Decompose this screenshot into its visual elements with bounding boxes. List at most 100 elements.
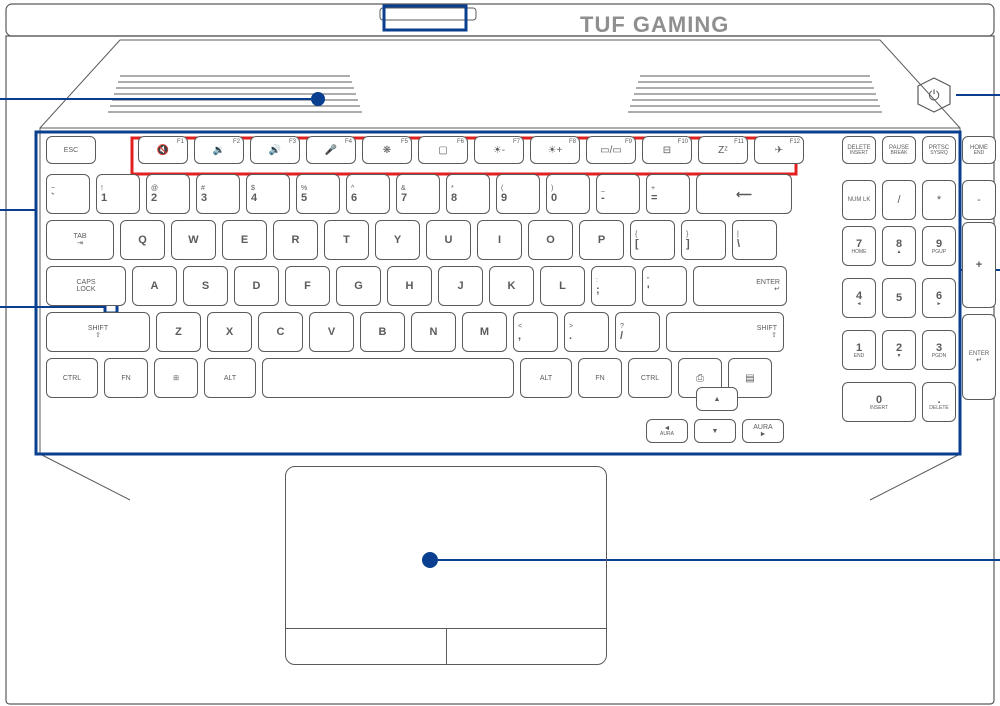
key-U[interactable]: U [426, 220, 471, 260]
key-[[interactable]: {[ [630, 220, 675, 260]
key-9[interactable]: (9 [496, 174, 540, 214]
trackpad-button-left[interactable] [286, 629, 447, 664]
key-num-9[interactable]: 9PGUP [922, 226, 956, 266]
key-prtsc[interactable]: PRTSCSYSRQ [922, 136, 956, 164]
key-num-0[interactable]: NUM LK [842, 180, 876, 220]
key-F5[interactable]: ❋F5 [362, 136, 412, 164]
key-A[interactable]: A [132, 266, 177, 306]
key-num-3[interactable]: 3PGDN [922, 330, 956, 370]
key-F1[interactable]: 🔇F1 [138, 136, 188, 164]
key-shift-left[interactable]: SHIFT⇧ [46, 312, 150, 352]
key-ctrl-right[interactable]: CTRL [628, 358, 672, 398]
key-0[interactable]: )0 [546, 174, 590, 214]
key-Z[interactable]: Z [156, 312, 201, 352]
key-][interactable]: }] [681, 220, 726, 260]
trackpad-button-right[interactable] [447, 629, 607, 664]
key-pause[interactable]: PAUSEBREAK [882, 136, 916, 164]
key-S[interactable]: S [183, 266, 228, 306]
key-alt-right[interactable]: ALT [520, 358, 572, 398]
key-B[interactable]: B [360, 312, 405, 352]
key-shift-right[interactable]: SHIFT⇧ [666, 312, 784, 352]
key-space[interactable] [262, 358, 514, 398]
key-,[interactable]: <, [513, 312, 558, 352]
key-2[interactable]: @2 [146, 174, 190, 214]
key-alt-left[interactable]: ALT [204, 358, 256, 398]
key-D[interactable]: D [234, 266, 279, 306]
key-T[interactable]: T [324, 220, 369, 260]
key-F9[interactable]: ▭/▭F9 [586, 136, 636, 164]
key-L[interactable]: L [540, 266, 585, 306]
key-num-1[interactable]: / [882, 180, 916, 220]
key-F7[interactable]: ☀-F7 [474, 136, 524, 164]
key-Q[interactable]: Q [120, 220, 165, 260]
key-F11[interactable]: ZᶻF11 [698, 136, 748, 164]
key-F[interactable]: F [285, 266, 330, 306]
power-button[interactable]: ⏻ [918, 78, 950, 112]
key-num-3[interactable]: - [962, 180, 996, 220]
key-arrow-up[interactable]: ▲ [696, 387, 738, 411]
key-\[interactable]: |\ [732, 220, 777, 260]
key-num-enter[interactable]: ENTER↵ [962, 314, 996, 400]
key-J[interactable]: J [438, 266, 483, 306]
key-num-dot[interactable]: .DELETE [922, 382, 956, 422]
key-I[interactable]: I [477, 220, 522, 260]
trackpad[interactable] [285, 466, 607, 665]
key-F10[interactable]: ⊟F10 [642, 136, 692, 164]
key-3[interactable]: #3 [196, 174, 240, 214]
key-1[interactable]: !1 [96, 174, 140, 214]
key-8[interactable]: *8 [446, 174, 490, 214]
key-arrow-down[interactable]: ▼ [694, 419, 736, 443]
key-G[interactable]: G [336, 266, 381, 306]
key-num-8[interactable]: 8▲ [882, 226, 916, 266]
key-N[interactable]: N [411, 312, 456, 352]
key-num-2[interactable]: 2▼ [882, 330, 916, 370]
key-F6[interactable]: ▢F6 [418, 136, 468, 164]
key-win-left[interactable]: ⊞ [154, 358, 198, 398]
key-capslock[interactable]: CAPSLOCK [46, 266, 126, 306]
key-num-6[interactable]: 6► [922, 278, 956, 318]
key-num-4[interactable]: 4◄ [842, 278, 876, 318]
key-num-7[interactable]: 7HOME [842, 226, 876, 266]
key-R[interactable]: R [273, 220, 318, 260]
key-E[interactable]: E [222, 220, 267, 260]
key-4[interactable]: $4 [246, 174, 290, 214]
key-6[interactable]: ^6 [346, 174, 390, 214]
key-F8[interactable]: ☀+F8 [530, 136, 580, 164]
key-home[interactable]: HOMEEND [962, 136, 996, 164]
key-F2[interactable]: 🔉F2 [194, 136, 244, 164]
key-fn-right[interactable]: FN [578, 358, 622, 398]
key-F3[interactable]: 🔊F3 [250, 136, 300, 164]
key-5[interactable]: %5 [296, 174, 340, 214]
key-.[interactable]: >. [564, 312, 609, 352]
key-V[interactable]: V [309, 312, 354, 352]
key-delete[interactable]: DELETEINSERT [842, 136, 876, 164]
key-num-5[interactable]: 5 [882, 278, 916, 318]
key-O[interactable]: O [528, 220, 573, 260]
key-arrow-right[interactable]: AURA ► [742, 419, 784, 443]
key-backspace[interactable]: ⟵ [696, 174, 792, 214]
key-fn-left[interactable]: FN [104, 358, 148, 398]
key-`[interactable]: ~` [46, 174, 90, 214]
key-num-plus[interactable]: + [962, 222, 996, 308]
key-=[interactable]: += [646, 174, 690, 214]
key-7[interactable]: &7 [396, 174, 440, 214]
key-F12[interactable]: ✈F12 [754, 136, 804, 164]
key-enter[interactable]: ENTER↵ [693, 266, 787, 306]
key-H[interactable]: H [387, 266, 432, 306]
key-/[interactable]: ?/ [615, 312, 660, 352]
key-P[interactable]: P [579, 220, 624, 260]
key-F4[interactable]: 🎤F4 [306, 136, 356, 164]
key-num-1[interactable]: 1END [842, 330, 876, 370]
key-;[interactable]: :; [591, 266, 636, 306]
key-num-2[interactable]: * [922, 180, 956, 220]
key-arrow-left[interactable]: ◄ AURA [646, 419, 688, 443]
key-esc[interactable]: ESC [46, 136, 96, 164]
key-tab[interactable]: TAB⇥ [46, 220, 114, 260]
key-num-0[interactable]: 0INSERT [842, 382, 916, 422]
key-X[interactable]: X [207, 312, 252, 352]
key-'[interactable]: "' [642, 266, 687, 306]
key-Y[interactable]: Y [375, 220, 420, 260]
key-K[interactable]: K [489, 266, 534, 306]
key-ctrl-left[interactable]: CTRL [46, 358, 98, 398]
key--[interactable]: _- [596, 174, 640, 214]
